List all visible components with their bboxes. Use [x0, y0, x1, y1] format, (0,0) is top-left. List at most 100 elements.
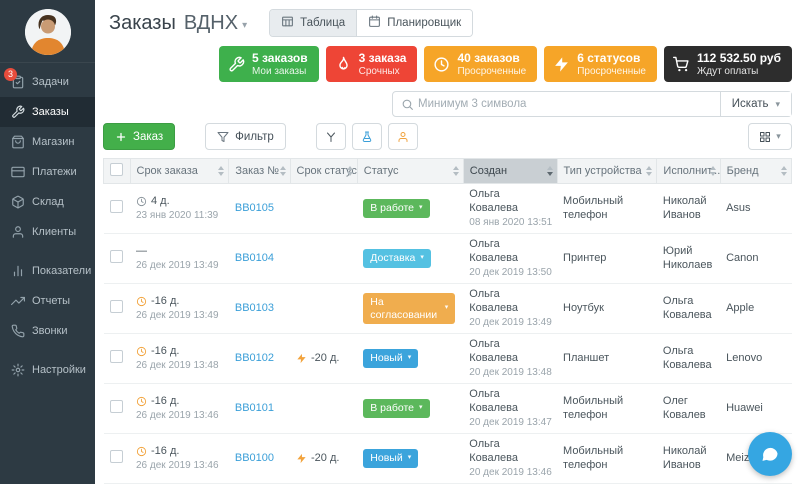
row-checkbox[interactable] — [110, 350, 123, 363]
order-link[interactable]: BB0102 — [235, 352, 274, 364]
status-badge[interactable]: На согласовании▾ — [363, 293, 455, 323]
sidebar-item-orders[interactable]: Заказы — [0, 97, 95, 127]
column-label: Заказ № — [235, 165, 279, 177]
stat-badge-overdue-statuses[interactable]: 6 статусовПросроченные — [544, 46, 657, 82]
row-checkbox[interactable] — [110, 250, 123, 263]
search-input[interactable] — [418, 98, 720, 110]
table-row[interactable]: —26 дек 2019 13:49BB0104Доставка▾Ольга К… — [104, 234, 792, 284]
chevron-down-icon: ▾ — [408, 454, 412, 462]
sidebar-item-label: Заказы — [32, 106, 69, 118]
stat-badge-awaiting-payment[interactable]: 112 532.50 рубЖдут оплаты — [664, 46, 792, 82]
column-header-created[interactable]: Создан — [463, 159, 557, 184]
cell-due: -16 д.26 дек 2019 13:48 — [130, 334, 229, 384]
quick-filter-buttons — [316, 123, 418, 150]
chevron-down-icon: ▾ — [445, 304, 449, 312]
stat-badge-my-orders[interactable]: 5 заказовМои заказы — [219, 46, 319, 82]
column-header-status_due[interactable]: Срок статуса — [290, 159, 357, 184]
search-box: Искать ▾ — [392, 91, 792, 117]
filter-button[interactable]: Фильтр — [205, 123, 286, 150]
column-header-device[interactable]: Тип устройства — [557, 159, 657, 184]
sidebar-item-label: Магазин — [32, 136, 74, 148]
status-badge[interactable]: В работе▾ — [363, 399, 429, 417]
column-header-status[interactable]: Статус — [357, 159, 463, 184]
status-badge[interactable]: В работе▾ — [363, 199, 429, 217]
cell-created: Ольга Ковалева20 дек 2019 13:46 — [463, 434, 557, 484]
tasks-count-badge: 3 — [4, 68, 17, 81]
sidebar-item-label: Звонки — [32, 325, 68, 337]
clock-icon — [136, 296, 147, 307]
warehouse-icon — [11, 195, 25, 209]
sidebar-item-calls[interactable]: Звонки — [0, 316, 95, 346]
chat-widget-button[interactable] — [748, 432, 792, 476]
view-tab-planner[interactable]: Планировщик — [356, 10, 472, 36]
select-all-checkbox[interactable] — [110, 163, 123, 176]
table-row[interactable]: -16 д.26 дек 2019 13:46BB0101В работе▾Ол… — [104, 384, 792, 434]
search-button[interactable]: Искать ▾ — [720, 92, 791, 116]
add-order-button[interactable]: Заказ — [103, 123, 175, 150]
column-header-due[interactable]: Срок заказа — [130, 159, 229, 184]
sort-icon — [280, 166, 286, 176]
cell-brand: Asus — [720, 184, 791, 234]
chevron-down-icon: ▾ — [242, 20, 247, 31]
quick-filter-person-button[interactable] — [388, 123, 418, 150]
column-header-order_no[interactable]: Заказ № — [229, 159, 290, 184]
settings-icon — [11, 363, 25, 377]
row-checkbox[interactable] — [110, 300, 123, 313]
table-row[interactable]: -16 д.26 дек 2019 13:46BB0100-20 д.Новый… — [104, 434, 792, 484]
column-header-assignee[interactable]: Исполнит... — [657, 159, 720, 184]
reports-icon — [11, 294, 25, 308]
cell-brand: Lenovo — [720, 334, 791, 384]
table-settings-button[interactable]: ▾ — [748, 123, 792, 150]
fire-icon — [335, 56, 352, 73]
status-badge[interactable]: Доставка▾ — [363, 249, 431, 267]
branch-selector[interactable]: ВДНХ ▾ — [184, 12, 247, 35]
quick-filter-flask-button[interactable] — [352, 123, 382, 150]
column-header-brand[interactable]: Бренд — [720, 159, 791, 184]
sidebar-item-settings[interactable]: Настройки — [0, 355, 95, 385]
person-icon — [397, 131, 409, 143]
row-checkbox[interactable] — [110, 200, 123, 213]
status-badge[interactable]: Новый▾ — [363, 449, 418, 467]
shop-icon — [11, 135, 25, 149]
payments-icon — [11, 165, 25, 179]
order-link[interactable]: BB0100 — [235, 452, 274, 464]
page-title: Заказы — [109, 12, 176, 35]
cell-device: Мобильный телефон — [557, 184, 657, 234]
quick-filter-merge-button[interactable] — [316, 123, 346, 150]
sidebar-item-metrics[interactable]: Показатели — [0, 256, 95, 286]
order-link[interactable]: BB0101 — [235, 402, 274, 414]
sidebar-item-clients[interactable]: Клиенты — [0, 217, 95, 247]
view-tab-table[interactable]: Таблица — [270, 10, 356, 36]
stat-value: 5 заказов — [252, 51, 308, 66]
grid-icon — [759, 131, 771, 143]
table-row[interactable]: -16 д.26 дек 2019 13:49BB0103На согласов… — [104, 284, 792, 334]
order-link[interactable]: BB0104 — [235, 252, 274, 264]
user-avatar[interactable] — [0, 0, 95, 63]
wrench-icon — [228, 56, 245, 73]
search-button-label: Искать — [732, 98, 769, 110]
clock-icon — [136, 196, 147, 207]
cell-due: —26 дек 2019 13:49 — [130, 234, 229, 284]
order-link[interactable]: BB0105 — [235, 202, 274, 214]
sidebar-item-shop[interactable]: Магазин — [0, 127, 95, 157]
order-link[interactable]: BB0103 — [235, 302, 274, 314]
table-row[interactable]: 4 д.23 янв 2020 11:39BB0105В работе▾Ольг… — [104, 184, 792, 234]
stat-badge-overdue-orders[interactable]: 40 заказовПросроченные — [424, 46, 537, 82]
filter-label: Фильтр — [235, 131, 274, 143]
cell-created: Ольга Ковалева08 янв 2020 13:51 — [463, 184, 557, 234]
sidebar-item-payments[interactable]: Платежи — [0, 157, 95, 187]
sidebar-item-reports[interactable]: Отчеты — [0, 286, 95, 316]
planner-icon — [368, 15, 381, 31]
bolt-icon — [296, 353, 307, 364]
column-label: Статус — [364, 165, 399, 177]
stat-badge-urgent[interactable]: 3 заказаСрочных — [326, 46, 418, 82]
status-badge[interactable]: Новый▾ — [363, 349, 418, 367]
row-checkbox[interactable] — [110, 450, 123, 463]
table-row[interactable]: -16 д.26 дек 2019 13:48BB0102-20 д.Новый… — [104, 334, 792, 384]
branch-name: ВДНХ — [184, 12, 238, 35]
row-checkbox[interactable] — [110, 400, 123, 413]
sidebar-item-warehouse[interactable]: Склад — [0, 187, 95, 217]
merge-icon — [325, 131, 337, 143]
calls-icon — [11, 324, 25, 338]
sidebar-item-tasks[interactable]: 3Задачи — [0, 67, 95, 97]
